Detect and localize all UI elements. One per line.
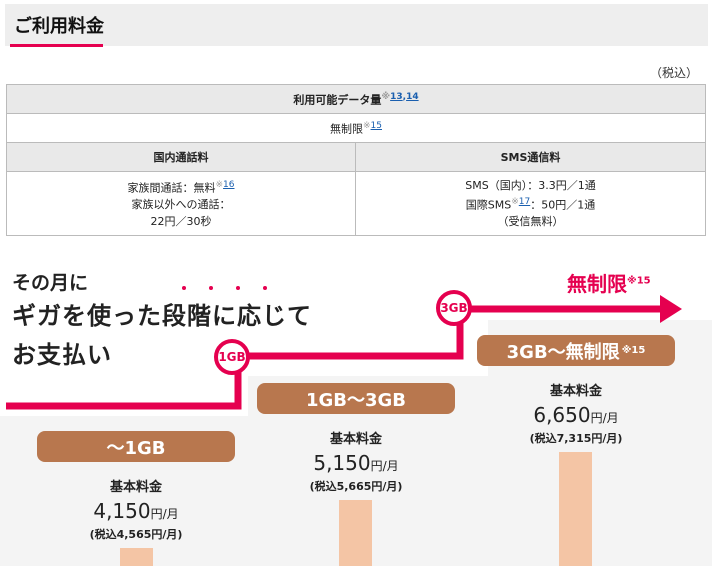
sms-header: SMS通信料 [355,142,706,172]
unlimited-label-text: 無制限 [567,272,627,296]
note-mark: ※ [381,92,391,103]
plan-1-tax-incl: (税込4,565円/月) [89,528,183,541]
intl-sms-rate: ：50円／1通 [530,198,596,212]
intro-line-2: ギガを使った段階に応じて [12,302,312,330]
note-mark: ※ [363,121,371,132]
plan-2-label: 基本料金 [329,432,382,447]
data-amount-header-label: 利用可能データ量 [293,93,382,107]
plan-3-label: 基本料金 [549,384,602,399]
intl-sms-label: 国際SMS [465,198,512,212]
tax-included-note: （税込） [649,66,698,80]
plan-3-price-value: 6,650 [533,403,591,427]
emphasis-dot [182,286,186,290]
plan-1-price: 4,150円/月 [37,499,235,523]
section-header: ご利用料金 [5,4,708,47]
data-amount-value: 無制限※15 [6,113,706,143]
step-3gb-badge: 3GB [436,290,472,326]
plan-1-price-unit: 円/月 [150,507,179,521]
domestic-call-header: 国内通話料 [6,142,356,172]
arrow-head-icon [660,295,682,323]
plan-2-pill: 1GB〜3GB [257,383,455,414]
plan-1-label: 基本料金 [109,480,162,495]
plan-3-bar [559,452,592,566]
unlimited-label: 無制限※15 [567,268,651,297]
plan-1-name: 〜1GB [106,437,166,459]
emphasis-dot [236,286,240,290]
data-amount-value-label: 無制限 [330,122,363,136]
non-family-call-rate: 22円／30秒 [150,215,212,229]
plan-1-info: 基本料金 4,150円/月 (税込4,565円/月) [37,476,235,542]
domestic-call-rates: 家族間通話：無料※16 家族以外への通話： 22円／30秒 [6,171,356,236]
plan-3-pill: 3GB〜無制限 ※15 [477,335,675,366]
footnote-link-16[interactable]: 16 [223,180,234,190]
non-family-call-label: 家族以外への通話： [131,198,231,212]
step-1gb-badge: 1GB [214,339,250,375]
plan-2-price-unit: 円/月 [370,459,399,473]
emphasis-dot [263,286,267,290]
plan-2-bar [339,500,372,566]
footnote-link-15[interactable]: 15 [371,121,382,131]
family-call-rate: 家族間通話：無料 [127,181,216,195]
plan-3-tax-incl: (税込7,315円/月) [529,432,623,445]
plan-3-price: 6,650円/月 [477,403,675,427]
sms-rates: SMS（国内）：3.3円／1通 国際SMS※17：50円／1通 （受信無料） [355,171,706,236]
emphasis-dot [209,286,213,290]
plan-2-info: 基本料金 5,150円/月 (税込5,665円/月) [257,428,455,494]
section-title-underline [10,44,103,47]
domestic-sms-rate: SMS（国内）：3.3円／1通 [465,178,596,192]
intro-line-3: お支払い [12,341,112,369]
plan-3-name: 3GB〜無制限 [506,341,620,363]
plan-2-price: 5,150円/月 [257,451,455,475]
plan-3-price-unit: 円/月 [590,411,619,425]
sms-receive-free: （受信無料） [497,215,564,229]
plan-1-bar [120,548,153,566]
plan-2-tax-incl: (税込5,665円/月) [309,480,403,493]
section-title: ご利用料金 [14,16,104,37]
plan-2-price-value: 5,150 [313,451,371,475]
note-mark: ※15 [627,275,651,287]
plan-1-pill: 〜1GB [37,431,235,462]
footnote-link-17[interactable]: 17 [519,197,530,207]
note-mark: ※15 [621,345,646,356]
plan-3-info: 基本料金 6,650円/月 (税込7,315円/月) [477,380,675,446]
plan-step-graphic: その月に ギガを使った段階に応じて お支払い 1GB 3GB 無制限※15 〜1… [0,238,712,566]
note-mark: ※ [215,179,224,190]
plan-1-price-value: 4,150 [93,499,151,523]
plan-2-name: 1GB〜3GB [305,389,407,411]
footnote-link-14[interactable]: 14 [406,92,419,102]
data-amount-header: 利用可能データ量※13,14 [6,84,706,114]
intro-line-1: その月に [12,272,89,294]
footnote-link-13[interactable]: 13 [390,92,403,102]
fee-table: 利用可能データ量※13,14 無制限※15 国内通話料 SMS通信料 家族間通話… [6,84,706,236]
note-mark: ※ [511,196,519,207]
